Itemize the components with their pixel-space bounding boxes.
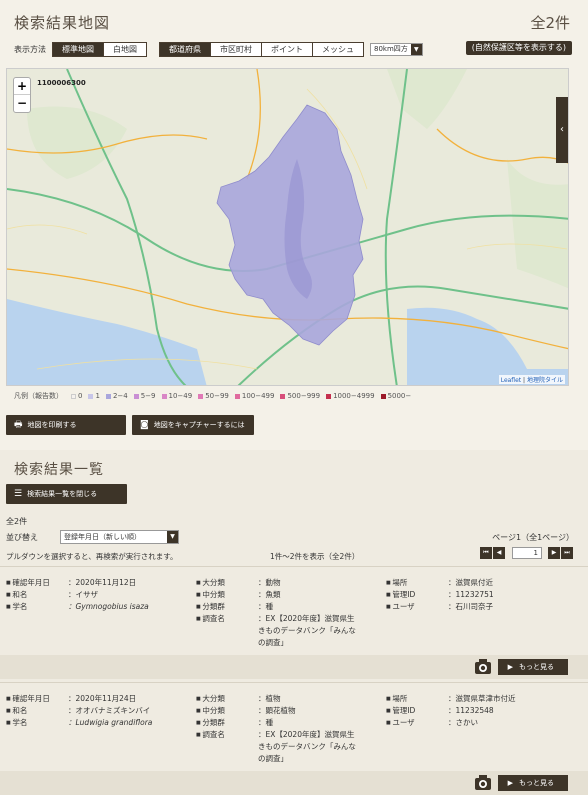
legend-item: 5−9 xyxy=(133,392,156,400)
first-page-button[interactable]: ⏮ xyxy=(480,547,492,559)
legend-swatch xyxy=(380,393,386,399)
legend-swatch xyxy=(105,393,111,399)
sort-value: 登録年月日（新しい順） xyxy=(64,533,141,541)
display-controls: 表示方法 標準地図 白地図 都道府県 市区町村 ポイント メッシュ 80km四方… xyxy=(14,41,423,57)
map-canvas[interactable]: + − 1100006300 ‹ Leaflet | 地理院タイル xyxy=(6,68,569,386)
record-col-meta: 場所：滋賀県付近 管理ID：11232751 ユーザ：石川司奈子 xyxy=(386,577,558,613)
legend-item: 100−499 xyxy=(234,392,274,400)
zoom-control: + − xyxy=(13,77,31,113)
sort-note: プルダウンを選択すると、再検索が実行されます。 xyxy=(6,552,178,561)
result-count: 全2件 xyxy=(6,517,28,526)
zoom-in-button[interactable]: + xyxy=(14,78,30,95)
total-count: 全2件 xyxy=(530,14,570,32)
side-panel-toggle[interactable]: ‹ xyxy=(556,97,568,163)
camera-icon[interactable] xyxy=(474,774,492,791)
point-tab[interactable]: ポイント xyxy=(262,42,313,56)
mesh-id-label: 1100006300 xyxy=(37,79,86,87)
record-col-basic: 確認年月日：2020年11月12日 和名：イサザ 学名：Gymnogobius … xyxy=(6,577,178,613)
prefecture-tab[interactable]: 都道府県 xyxy=(160,42,211,56)
map-section: 検索結果地図 全2件 表示方法 標準地図 白地図 都道府県 市区町村 ポイント … xyxy=(0,0,588,450)
municipality-tab[interactable]: 市区町村 xyxy=(211,42,262,56)
map-legend: 凡例（報告数） 0 1 2−4 5−9 10−49 50−99 100−499 … xyxy=(14,391,417,401)
results-list-title: 検索結果一覧 xyxy=(14,462,104,478)
mesh-size-select[interactable]: 80km四方 ▼ xyxy=(370,42,423,56)
record-col-class: 大分類：動物 中分類：魚類 分類群：種 調査名：EX【2020年度】滋賀県生きも… xyxy=(196,577,358,649)
gsi-tiles-link[interactable]: 地理院タイル xyxy=(527,377,563,384)
legend-item: 50−99 xyxy=(198,392,229,400)
page-info: ページ1（全1ページ） xyxy=(492,533,574,542)
chevron-down-icon: ▼ xyxy=(410,43,422,55)
legend-item: 1 xyxy=(88,392,100,400)
legend-swatch xyxy=(88,393,94,399)
next-page-button[interactable]: ▶ xyxy=(548,547,560,559)
more-button[interactable]: ▶ もっと見る xyxy=(497,775,568,791)
print-map-button[interactable]: 🖶 地図を印刷する xyxy=(6,415,126,435)
map-tiles xyxy=(7,69,568,385)
sort-select[interactable]: 登録年月日（新しい順） ▼ xyxy=(60,530,179,544)
legend-item: 5000− xyxy=(380,392,411,400)
result-record: 確認年月日：2020年11月12日 和名：イサザ 学名：Gymnogobius … xyxy=(0,566,588,679)
page-number-input[interactable]: 1 xyxy=(512,547,542,559)
legend-item: 10−49 xyxy=(161,392,192,400)
legend-item: 0 xyxy=(71,392,82,400)
list-icon: ☰ xyxy=(14,489,23,499)
more-button[interactable]: ▶ もっと見る xyxy=(497,659,568,675)
legend-swatch xyxy=(71,393,76,399)
play-circle-icon: ▶ xyxy=(507,663,513,671)
map-attribution: Leaflet | 地理院タイル xyxy=(498,375,565,384)
mesh-size-value: 80km四方 xyxy=(374,45,408,53)
area-type-toggle: 都道府県 市区町村 ポイント メッシュ xyxy=(159,41,364,57)
printer-icon: 🖶 xyxy=(14,420,23,430)
record-footer: ▶ もっと見る xyxy=(0,655,588,679)
record-footer: ▶ もっと見る xyxy=(0,771,588,795)
legend-item: 1000−4999 xyxy=(326,392,375,400)
sort-label: 並び替え xyxy=(6,533,38,542)
camera-icon[interactable] xyxy=(474,658,492,675)
legend-item: 500−999 xyxy=(280,392,320,400)
result-range: 1件〜2件を表示（全2件） xyxy=(270,552,360,561)
capture-map-button[interactable]: ◙ 地図をキャプチャーするには xyxy=(132,415,254,435)
legend-swatch xyxy=(133,393,139,399)
close-list-button[interactable]: ☰ 検索結果一覧を閉じる xyxy=(6,484,127,504)
camera-icon: ◙ xyxy=(140,420,149,430)
show-protected-areas-button[interactable]: (自然保護区等を表示する) xyxy=(465,41,572,55)
leaflet-link[interactable]: Leaflet xyxy=(501,377,521,384)
legend-swatch xyxy=(280,393,286,399)
zoom-out-button[interactable]: − xyxy=(14,95,30,112)
standard-map-tab[interactable]: 標準地図 xyxy=(53,42,104,56)
legend-swatch xyxy=(326,393,332,399)
result-record: 確認年月日：2020年11月24日 和名：オオバナミズキンバイ 学名：Ludwi… xyxy=(0,682,588,800)
page-title: 検索結果地図 xyxy=(14,14,111,32)
play-circle-icon: ▶ xyxy=(507,779,513,787)
mesh-tab[interactable]: メッシュ xyxy=(313,42,363,56)
chevron-down-icon: ▼ xyxy=(167,531,178,543)
legend-label: 凡例（報告数） xyxy=(14,392,63,400)
display-method-label: 表示方法 xyxy=(14,44,46,54)
legend-swatch xyxy=(161,393,167,399)
pagination: ⏮ ◀ 1 ▶ ⏭ xyxy=(480,547,574,559)
legend-swatch xyxy=(198,393,204,399)
record-col-class: 大分類：植物 中分類：顕花植物 分類群：種 調査名：EX【2020年度】滋賀県生… xyxy=(196,693,358,765)
legend-item: 2−4 xyxy=(105,392,128,400)
prev-page-button[interactable]: ◀ xyxy=(493,547,505,559)
legend-swatch xyxy=(234,393,240,399)
blank-map-tab[interactable]: 白地図 xyxy=(104,42,146,56)
record-col-meta: 場所：滋賀県草津市付近 管理ID：11232548 ユーザ：さかい xyxy=(386,693,558,729)
record-col-basic: 確認年月日：2020年11月24日 和名：オオバナミズキンバイ 学名：Ludwi… xyxy=(6,693,178,729)
last-page-button[interactable]: ⏭ xyxy=(561,547,573,559)
map-type-toggle: 標準地図 白地図 xyxy=(52,41,147,57)
